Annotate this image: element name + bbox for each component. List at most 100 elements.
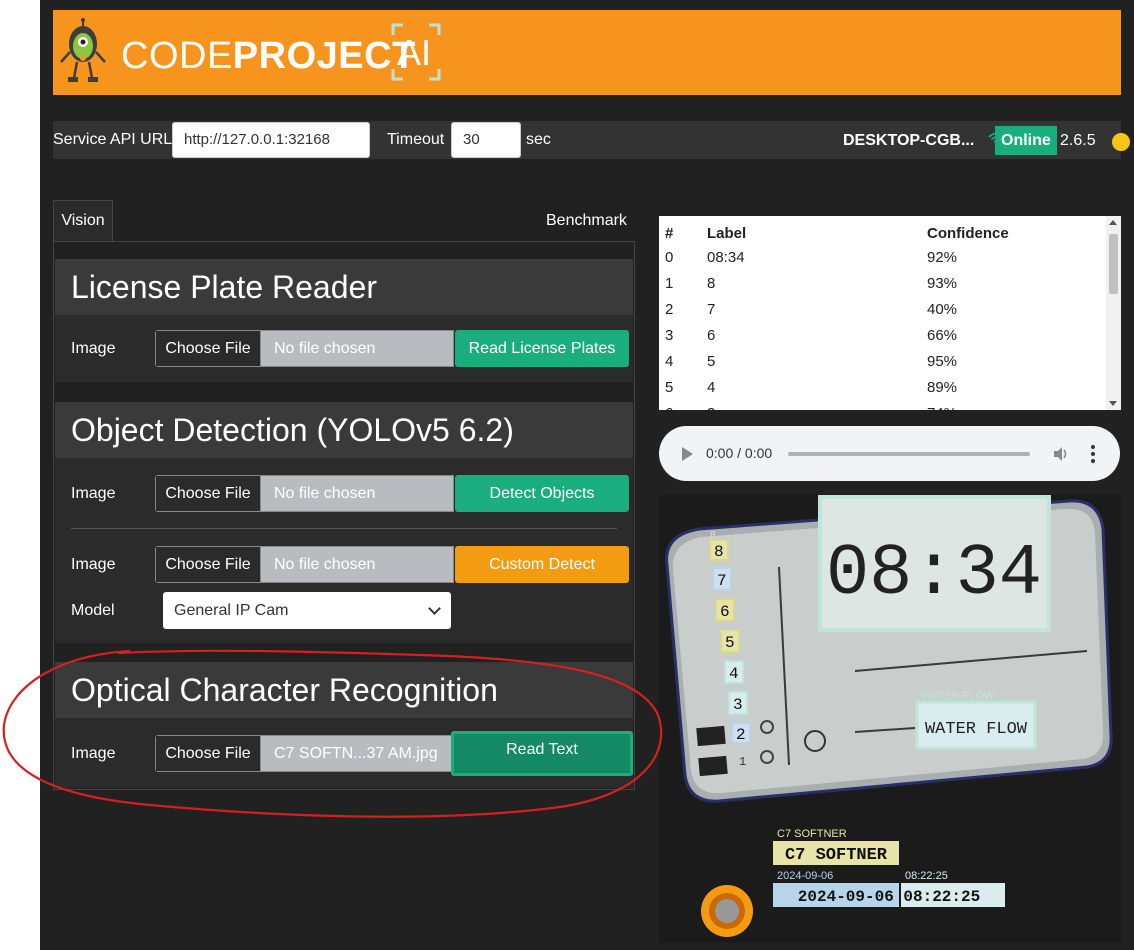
- lpr-body: Image Choose File No file chosen Read Li…: [55, 315, 633, 382]
- mascot-logo-icon: [60, 18, 106, 82]
- service-bar: Service API URL http://127.0.0.1:32168 T…: [53, 121, 1128, 159]
- preview-label-softner: C7 SOFTNER: [777, 828, 847, 840]
- col-label-header: Label: [707, 224, 747, 242]
- custom-file-name: No file chosen: [274, 556, 376, 573]
- preview-label-time: 08:22:25: [905, 870, 948, 882]
- cell-index: 5: [665, 378, 674, 396]
- cell-confidence: 89%: [927, 378, 958, 396]
- model-select[interactable]: General IP Cam: [163, 592, 451, 629]
- audio-progress-slider[interactable]: [788, 452, 1030, 456]
- table-row: 3 6 66%: [659, 322, 1097, 348]
- model-label: Model: [71, 602, 115, 619]
- water-flow-text: WATER FLOW: [925, 720, 1028, 739]
- lpr-choose-file-button[interactable]: Choose File: [156, 331, 261, 366]
- lpr-image-label: Image: [71, 340, 116, 357]
- server-hostname: DESKTOP-CGB...: [843, 132, 975, 149]
- strip-digit-8: 8: [714, 543, 724, 561]
- ocr-file-name: C7 SOFTN...37 AM.jpg: [274, 745, 438, 762]
- lpr-title: License Plate Reader: [55, 259, 633, 315]
- read-text-button[interactable]: Read Text: [451, 731, 633, 776]
- app-root: CODEPROJECT AI Service API URL http://12…: [40, 0, 1134, 950]
- server-version: 2.6.5: [1060, 132, 1096, 149]
- audio-player: 0:00 / 0:00: [659, 426, 1120, 481]
- scroll-up-icon[interactable]: [1109, 220, 1117, 225]
- timeout-input[interactable]: 30: [451, 122, 521, 158]
- cell-index: 1: [665, 274, 674, 292]
- cell-confidence: 74%: [927, 400, 1097, 411]
- preview-label-top-digit: 8: [710, 530, 716, 541]
- cell-index: 2: [665, 300, 674, 318]
- cell-label: 08:34: [707, 248, 745, 266]
- od-image-label: Image: [71, 485, 116, 502]
- cell-confidence: 95%: [927, 352, 958, 370]
- table-row: 5 4 89%: [659, 374, 1097, 400]
- results-scrollbar[interactable]: [1106, 216, 1121, 410]
- logo-project: PROJECT: [232, 35, 416, 77]
- custom-detect-button[interactable]: Custom Detect: [455, 546, 629, 583]
- softner-text: C7 SOFTNER: [785, 846, 888, 865]
- more-options-icon[interactable]: [1091, 444, 1095, 464]
- detect-objects-button[interactable]: Detect Objects: [455, 475, 629, 512]
- preview-label-water-flow: WATER FLOW: [921, 690, 995, 702]
- timestamp-text: 2024-09-06 08:22:25: [798, 888, 980, 906]
- logo-ai-mark: AI: [391, 23, 441, 81]
- cell-label: 8: [707, 274, 716, 292]
- cell-confidence: 40%: [927, 300, 958, 318]
- od-file-input[interactable]: Choose File No file chosen: [155, 475, 454, 512]
- results-table[interactable]: # Label Confidence 0 08:34 92% 1 8 93% 2 7 40%…: [659, 216, 1121, 410]
- ocr-choose-file-button[interactable]: Choose File: [156, 736, 261, 771]
- ocr-file-input[interactable]: Choose File C7 SOFTN...37 AM.jpg: [155, 735, 454, 772]
- read-license-plates-button[interactable]: Read License Plates: [455, 330, 629, 367]
- table-row: 2 7 40%: [659, 296, 1097, 322]
- cell-index: 6: [659, 400, 707, 411]
- cell-confidence: 66%: [927, 326, 958, 344]
- strip-digit-7: 7: [717, 572, 727, 590]
- scroll-thumb[interactable]: [1109, 234, 1118, 294]
- custom-image-label: Image: [71, 556, 116, 573]
- status-badge: Online: [995, 126, 1057, 155]
- od-choose-file-button[interactable]: Choose File: [156, 476, 261, 511]
- audio-time: 0:00 / 0:00: [706, 445, 773, 461]
- cell-index: 3: [665, 326, 674, 344]
- custom-file-input[interactable]: Choose File No file chosen: [155, 546, 454, 583]
- chevron-down-icon: [428, 602, 441, 615]
- sun-icon: [1114, 135, 1128, 149]
- cell-label: 7: [707, 300, 716, 318]
- od-file-name: No file chosen: [274, 485, 376, 502]
- logo-ai-text: AI: [397, 32, 432, 73]
- cell-confidence: 92%: [927, 248, 958, 266]
- strip-digit-2: 2: [736, 726, 746, 744]
- col-index-header: #: [665, 224, 674, 242]
- cell-label: 6: [707, 326, 716, 344]
- model-select-value: General IP Cam: [174, 602, 289, 619]
- od-divider: [71, 528, 617, 529]
- ocr-title: Optical Character Recognition: [55, 662, 633, 718]
- strip-digit-4: 4: [729, 665, 739, 683]
- table-row: 0 08:34 92%: [659, 244, 1097, 270]
- ocr-body: Image Choose File C7 SOFTN...37 AM.jpg R…: [55, 718, 633, 788]
- preview-label-date: 2024-09-06: [777, 870, 833, 882]
- volume-icon[interactable]: [1052, 445, 1070, 463]
- custom-choose-file-button[interactable]: Choose File: [156, 547, 261, 582]
- lpr-file-input[interactable]: Choose File No file chosen: [155, 330, 454, 367]
- col-confidence-header: Confidence: [927, 224, 1009, 242]
- logo-code: CODE: [121, 35, 233, 77]
- table-row: 1 8 93%: [659, 270, 1097, 296]
- tab-benchmark[interactable]: Benchmark: [546, 212, 627, 230]
- cell-label: 4: [707, 378, 716, 396]
- display-digits: 08:34: [826, 533, 1042, 615]
- cell-confidence: 93%: [927, 274, 958, 292]
- tab-vision[interactable]: Vision: [53, 200, 113, 241]
- ocr-image-preview: 08:34 8 7 6 5 4 3 2 1 8 2 WATER FLOW WAT…: [659, 495, 1121, 943]
- table-row: 6374%: [659, 400, 1097, 411]
- strip-digit-6: 6: [720, 603, 730, 621]
- preview-label-digit-two: 2: [734, 712, 740, 723]
- logo-wordmark: CODEPROJECT: [121, 36, 416, 76]
- timeout-label: Timeout: [387, 131, 445, 148]
- api-url-input[interactable]: http://127.0.0.1:32168: [172, 122, 370, 158]
- ocr-annotated-image: 08:34 8 7 6 5 4 3 2 1 8 2 WATER FLOW WAT…: [659, 495, 1121, 943]
- scroll-down-icon[interactable]: [1109, 401, 1117, 406]
- cell-index: 0: [665, 248, 674, 266]
- play-icon[interactable]: [682, 447, 693, 461]
- lpr-file-name: No file chosen: [274, 340, 376, 357]
